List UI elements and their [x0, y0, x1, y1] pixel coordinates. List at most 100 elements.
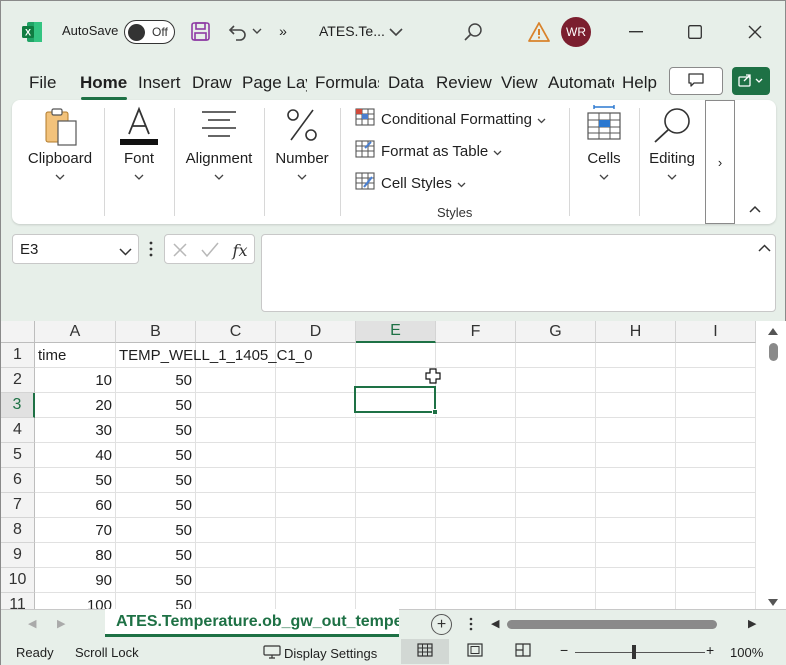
previous-sheet-icon[interactable]: ◀: [28, 617, 36, 630]
ribbon-more-button[interactable]: ›: [705, 100, 735, 224]
grid-cell[interactable]: [516, 443, 596, 468]
grid-cell[interactable]: [516, 343, 596, 368]
grid-cell[interactable]: [276, 418, 356, 443]
cells-button[interactable]: Cells: [573, 100, 635, 224]
status-scroll-lock[interactable]: Scroll Lock: [75, 645, 139, 660]
column-header[interactable]: D: [276, 321, 356, 343]
row-header[interactable]: 10: [1, 568, 35, 593]
column-header[interactable]: A: [35, 321, 116, 343]
grid-cell[interactable]: [596, 418, 676, 443]
add-sheet-icon[interactable]: +: [431, 614, 452, 635]
grid-cell[interactable]: 50: [116, 443, 196, 468]
comments-button[interactable]: [669, 67, 723, 95]
grid-cell[interactable]: 50: [116, 518, 196, 543]
grid-cell[interactable]: 50: [35, 468, 116, 493]
horizontal-scroll-thumb[interactable]: [507, 620, 717, 629]
grid-cell[interactable]: [516, 418, 596, 443]
number-button[interactable]: Number: [268, 100, 336, 224]
grid-cell[interactable]: [436, 468, 516, 493]
close-icon[interactable]: [744, 21, 766, 43]
grid-cell[interactable]: [516, 468, 596, 493]
column-header[interactable]: F: [436, 321, 516, 343]
vertical-scroll-thumb[interactable]: [769, 343, 778, 361]
grid-cell[interactable]: [676, 443, 756, 468]
name-box[interactable]: E3: [12, 234, 139, 264]
grid-cell[interactable]: 50: [116, 368, 196, 393]
grid-cell[interactable]: [596, 393, 676, 418]
search-icon[interactable]: [462, 21, 484, 43]
grid-cell[interactable]: [596, 568, 676, 593]
grid-cell[interactable]: [516, 393, 596, 418]
page-layout-view-button[interactable]: [451, 639, 499, 664]
grid-cell[interactable]: 50: [116, 543, 196, 568]
grid-cell[interactable]: [596, 543, 676, 568]
grid-cell[interactable]: [676, 343, 756, 368]
clipboard-button[interactable]: Clipboard: [20, 100, 100, 224]
grid-cell[interactable]: [436, 393, 516, 418]
tab-draw[interactable]: Draw: [192, 73, 232, 93]
grid-cell[interactable]: [276, 568, 356, 593]
grid-cell[interactable]: [196, 418, 276, 443]
document-title[interactable]: ATES.Te...: [319, 23, 385, 39]
grid-cell[interactable]: [596, 518, 676, 543]
grid-cell[interactable]: 50: [116, 418, 196, 443]
normal-view-button[interactable]: [401, 639, 449, 664]
column-header[interactable]: I: [676, 321, 756, 343]
grid-cell[interactable]: [276, 518, 356, 543]
zoom-in-icon[interactable]: +: [706, 642, 714, 658]
grid-cell[interactable]: [196, 593, 276, 609]
tab-home[interactable]: Home: [80, 73, 127, 93]
row-header[interactable]: 11: [1, 593, 35, 609]
row-header[interactable]: 7: [1, 493, 35, 518]
editing-button[interactable]: Editing: [642, 100, 702, 224]
grid-cell[interactable]: time: [35, 343, 116, 368]
grid-cell[interactable]: 80: [35, 543, 116, 568]
grid-cell[interactable]: [516, 493, 596, 518]
user-avatar[interactable]: WR: [561, 17, 591, 47]
format-as-table-button[interactable]: Format as Table: [355, 140, 508, 162]
grid-cell[interactable]: [516, 568, 596, 593]
grid-cell[interactable]: 50: [116, 593, 196, 609]
display-settings-button[interactable]: Display Settings: [263, 645, 377, 662]
grid-cell[interactable]: 90: [35, 568, 116, 593]
grid-cell[interactable]: [356, 568, 436, 593]
grid-cell[interactable]: [436, 493, 516, 518]
grid-cell[interactable]: [436, 368, 516, 393]
grid-cell[interactable]: [196, 518, 276, 543]
cell-styles-button[interactable]: Cell Styles: [355, 172, 472, 194]
grid-cell[interactable]: [516, 543, 596, 568]
row-header[interactable]: 8: [1, 518, 35, 543]
next-sheet-icon[interactable]: ▶: [57, 617, 65, 630]
grid-cell[interactable]: [436, 543, 516, 568]
zoom-out-icon[interactable]: −: [560, 642, 568, 658]
row-header[interactable]: 2: [1, 368, 35, 393]
grid-cell[interactable]: 30: [35, 418, 116, 443]
grid-cell[interactable]: [356, 493, 436, 518]
grid-cell[interactable]: [276, 468, 356, 493]
grid-cell[interactable]: [676, 468, 756, 493]
insert-function-icon[interactable]: fx: [229, 239, 251, 261]
grid-cell[interactable]: [676, 593, 756, 609]
grid-cell[interactable]: [436, 593, 516, 609]
font-button[interactable]: Font: [108, 100, 170, 224]
grid-cell[interactable]: [356, 468, 436, 493]
grid-cell[interactable]: [196, 368, 276, 393]
more-commands-icon[interactable]: »: [275, 23, 291, 39]
grid-cell[interactable]: [596, 468, 676, 493]
enter-check-icon[interactable]: [199, 239, 221, 261]
scroll-right-icon[interactable]: ▶: [748, 617, 756, 630]
cancel-x-icon[interactable]: [169, 239, 191, 261]
grid-cell[interactable]: 40: [35, 443, 116, 468]
minimize-icon[interactable]: [625, 21, 647, 43]
alignment-button[interactable]: Alignment: [178, 100, 260, 224]
column-header[interactable]: H: [596, 321, 676, 343]
grid-cell[interactable]: 60: [35, 493, 116, 518]
page-break-view-button[interactable]: [499, 639, 547, 664]
grid-cell[interactable]: 50: [116, 568, 196, 593]
share-button[interactable]: [732, 67, 770, 95]
grid-cell[interactable]: [516, 518, 596, 543]
grid-cell[interactable]: [356, 343, 436, 368]
zoom-slider[interactable]: [575, 652, 705, 653]
tab-review[interactable]: Review: [436, 73, 492, 93]
row-header[interactable]: 9: [1, 543, 35, 568]
